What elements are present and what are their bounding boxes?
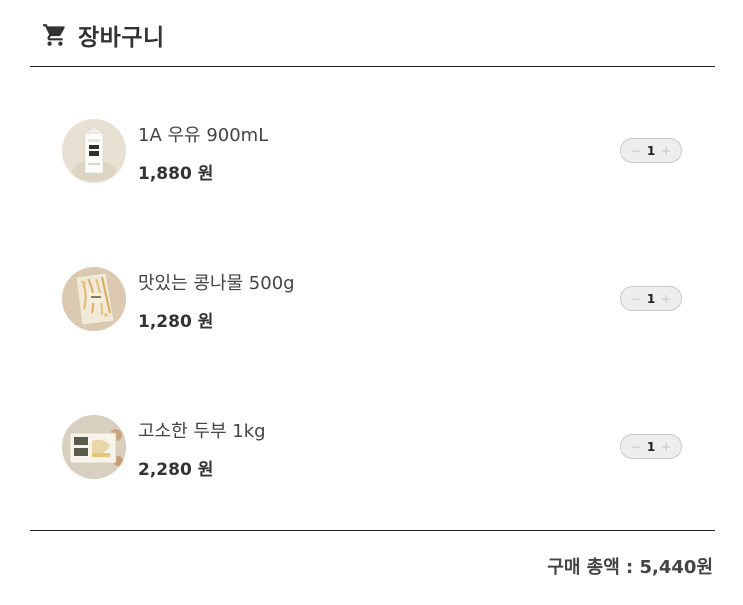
increase-button[interactable]: +: [658, 289, 674, 309]
quantity-stepper: − 1 +: [620, 434, 682, 459]
top-divider: [30, 66, 715, 67]
cart-item: 고소한 두부 1kg 2,280 원 − 1 +: [62, 415, 684, 481]
quantity-value: 1: [646, 143, 656, 158]
page-title: 장바구니: [78, 25, 165, 51]
quantity-stepper: − 1 +: [620, 286, 682, 311]
bean-sprouts-image: [62, 267, 126, 331]
increase-button[interactable]: +: [658, 141, 674, 161]
item-name: 고소한 두부 1kg: [138, 421, 266, 442]
decrease-button[interactable]: −: [628, 289, 644, 309]
quantity-stepper: − 1 +: [620, 138, 682, 163]
decrease-button[interactable]: −: [628, 437, 644, 457]
quantity-value: 1: [646, 439, 656, 454]
increase-button[interactable]: +: [658, 437, 674, 457]
cart-header: 장바구니: [42, 18, 165, 52]
tofu-package-image: [62, 415, 126, 479]
cart-item: 1A 우유 900mL 1,880 원 − 1 +: [62, 119, 684, 185]
cart-icon: [42, 22, 68, 48]
bottom-divider: [30, 530, 715, 531]
milk-carton-image: [62, 119, 126, 183]
quantity-value: 1: [646, 291, 656, 306]
item-name: 1A 우유 900mL: [138, 125, 269, 146]
item-price: 1,880 원: [138, 164, 214, 184]
item-price: 1,280 원: [138, 312, 214, 332]
item-name: 맛있는 콩나물 500g: [138, 273, 295, 294]
item-price: 2,280 원: [138, 460, 214, 480]
decrease-button[interactable]: −: [628, 141, 644, 161]
cart-item: 맛있는 콩나물 500g 1,280 원 − 1 +: [62, 267, 684, 333]
total-price: 구매 총액 : 5,440원: [547, 557, 713, 578]
